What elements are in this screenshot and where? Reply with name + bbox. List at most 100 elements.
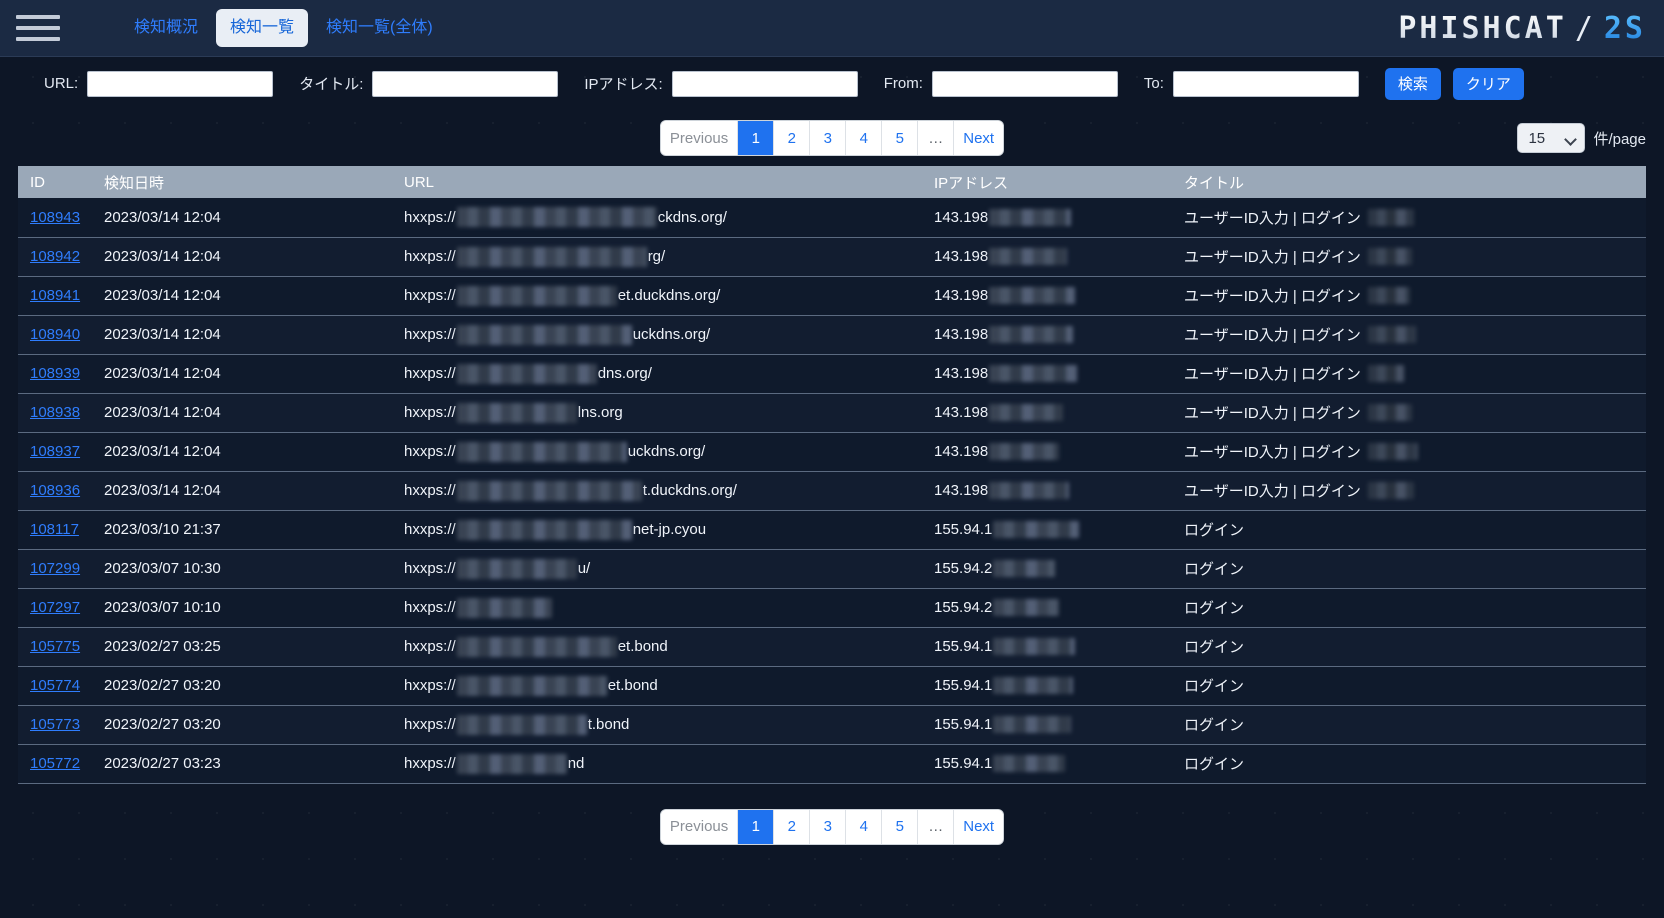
url-suffix: et.duckdns.org/: [617, 287, 721, 304]
pagination-previous[interactable]: Previous: [660, 121, 739, 155]
search-input-from[interactable]: [931, 70, 1118, 97]
table-row[interactable]: 105775 2023/02/27 03:25 hxxps:// et.bond 155…: [18, 627, 1646, 667]
title-redacted-block: [1367, 326, 1416, 343]
search-input-ip[interactable]: [671, 70, 858, 97]
detection-id-link[interactable]: 105775: [30, 638, 80, 655]
column-header-title[interactable]: タイトル: [1174, 166, 1646, 198]
table-row[interactable]: 108943 2023/03/14 12:04 hxxps:// ckdns.org/…: [18, 198, 1646, 238]
pagination-page-1-bottom[interactable]: 1: [738, 809, 775, 844]
cell-id: 105774: [18, 666, 94, 706]
url-scheme: hxxps://: [404, 521, 456, 538]
cell-ip: 143.198: [924, 276, 1174, 316]
pagination-page-3-bottom[interactable]: 3: [810, 809, 847, 844]
tab-detection-list[interactable]: 検知一覧: [216, 9, 309, 47]
search-filter-bar: URL: タイトル: IPアドレス: From: To: 検索 クリア: [0, 57, 1664, 110]
table-row[interactable]: 105772 2023/02/27 03:23 hxxps:// nd 155.94.1…: [18, 744, 1646, 784]
table-row[interactable]: 105773 2023/02/27 03:20 hxxps:// t.bond 155.…: [18, 705, 1646, 745]
cell-url: hxxps:// rg/: [394, 237, 924, 277]
title-text: ユーザーID入力 | ログイン: [1184, 327, 1361, 344]
table-row[interactable]: 108938 2023/03/14 12:04 hxxps:// lns.org 143…: [18, 393, 1646, 433]
pagination-bottom-row: Previous 1 2 3 4 5 … Next: [0, 784, 1664, 870]
cell-datetime: 2023/03/07 10:30: [94, 549, 394, 589]
table-row[interactable]: 108936 2023/03/14 12:04 hxxps:// t.duckdns.…: [18, 471, 1646, 511]
detection-id-link[interactable]: 108941: [30, 287, 80, 304]
detection-id-link[interactable]: 108940: [30, 326, 80, 343]
cell-datetime: 2023/02/27 03:20: [94, 705, 394, 745]
table-row[interactable]: 108941 2023/03/14 12:04 hxxps:// et.duckdns…: [18, 276, 1646, 316]
from-filter-label: From:: [883, 75, 923, 92]
ip-prefix: 143.198: [934, 482, 989, 499]
table-row[interactable]: 105774 2023/02/27 03:20 hxxps:// et.bond 155…: [18, 666, 1646, 706]
url-scheme: hxxps://: [404, 482, 456, 499]
clear-button[interactable]: クリア: [1452, 67, 1524, 100]
cell-datetime: 2023/03/14 12:04: [94, 315, 394, 355]
column-header-ip[interactable]: IPアドレス: [924, 166, 1174, 198]
cell-url: hxxps:// net-jp.cyou: [394, 510, 924, 550]
cell-ip: 155.94.2: [924, 588, 1174, 628]
pagination-page-4[interactable]: 4: [846, 121, 883, 155]
detection-id-link[interactable]: 105774: [30, 677, 80, 694]
column-header-datetime[interactable]: 検知日時: [94, 166, 394, 198]
table-row[interactable]: 107299 2023/03/07 10:30 hxxps:// u/155.94.2…: [18, 549, 1646, 589]
cell-id: 108936: [18, 471, 94, 511]
pagination-next[interactable]: Next: [954, 121, 1004, 155]
search-input-title[interactable]: [372, 70, 559, 97]
cell-id: 107297: [18, 588, 94, 628]
column-header-id[interactable]: ID: [18, 166, 94, 198]
detection-id-link[interactable]: 108936: [30, 482, 80, 499]
per-page-select[interactable]: 153050100: [1517, 123, 1586, 153]
table-row[interactable]: 108117 2023/03/10 21:37 hxxps:// net-jp.cyo…: [18, 510, 1646, 550]
ip-redacted-block: [993, 560, 1056, 577]
pagination-page-3[interactable]: 3: [810, 121, 847, 155]
pagination-page-2[interactable]: 2: [774, 121, 811, 155]
url-scheme: hxxps://: [404, 248, 456, 265]
url-suffix: t.duckdns.org/: [642, 482, 737, 499]
table-row[interactable]: 108939 2023/03/14 12:04 hxxps:// dns.org/14…: [18, 354, 1646, 394]
column-header-url[interactable]: URL: [394, 166, 924, 198]
ip-redacted-block: [989, 404, 1064, 421]
pagination-next-bottom[interactable]: Next: [954, 809, 1004, 844]
table-row[interactable]: 107297 2023/03/07 10:10 hxxps:// 155.94.2 ログ…: [18, 588, 1646, 628]
detection-id-link[interactable]: 108937: [30, 443, 80, 460]
title-text: ログイン: [1184, 756, 1245, 773]
cell-url: hxxps:// t.bond: [394, 705, 924, 745]
url-scheme: hxxps://: [404, 443, 456, 460]
detection-id-link[interactable]: 105773: [30, 716, 80, 733]
detection-id-link[interactable]: 108943: [30, 209, 80, 226]
url-redacted-block: [456, 441, 627, 462]
detection-id-link[interactable]: 108117: [30, 521, 79, 538]
title-text: ユーザーID入力 | ログイン: [1184, 444, 1361, 461]
title-text: ログイン: [1184, 522, 1245, 539]
pagination-previous-bottom[interactable]: Previous: [660, 809, 739, 844]
tab-detection-overview[interactable]: 検知概況: [120, 9, 212, 47]
hamburger-menu-icon[interactable]: [16, 10, 60, 46]
cell-id: 107299: [18, 549, 94, 589]
detection-id-link[interactable]: 105772: [30, 755, 80, 772]
url-suffix: lns.org: [577, 404, 623, 421]
detection-id-link[interactable]: 108942: [30, 248, 80, 265]
detection-id-link[interactable]: 108939: [30, 365, 80, 382]
filter-field-from: From:: [883, 70, 1118, 97]
detection-id-link[interactable]: 107297: [30, 599, 80, 616]
search-input-to[interactable]: [1172, 70, 1359, 97]
table-row[interactable]: 108942 2023/03/14 12:04 hxxps:// rg/143.198…: [18, 237, 1646, 277]
per-page-control: 153050100 件/page: [1517, 123, 1646, 153]
cell-title: ログイン: [1174, 627, 1646, 667]
title-text: ユーザーID入力 | ログイン: [1184, 483, 1361, 500]
pagination-page-1[interactable]: 1: [738, 121, 775, 155]
detection-id-link[interactable]: 108938: [30, 404, 80, 421]
pagination-page-5[interactable]: 5: [882, 121, 919, 155]
pagination-page-2-bottom[interactable]: 2: [774, 809, 811, 844]
search-button[interactable]: 検索: [1384, 67, 1441, 100]
pagination-ellipsis: …: [918, 121, 955, 155]
filter-field-title: タイトル:: [299, 70, 559, 97]
table-row[interactable]: 108937 2023/03/14 12:04 hxxps:// uckdns.org…: [18, 432, 1646, 472]
search-input-url[interactable]: [87, 70, 274, 97]
ip-redacted-block: [989, 208, 1072, 226]
table-row[interactable]: 108940 2023/03/14 12:04 hxxps:// uckdns.org…: [18, 315, 1646, 355]
detections-table-wrap: ID 検知日時 URL IPアドレス タイトル 108943 2023/03/14…: [0, 166, 1664, 784]
pagination-page-4-bottom[interactable]: 4: [846, 809, 883, 844]
tab-detection-list-all[interactable]: 検知一覧(全体): [312, 9, 447, 47]
pagination-page-5-bottom[interactable]: 5: [882, 809, 919, 844]
detection-id-link[interactable]: 107299: [30, 560, 80, 577]
